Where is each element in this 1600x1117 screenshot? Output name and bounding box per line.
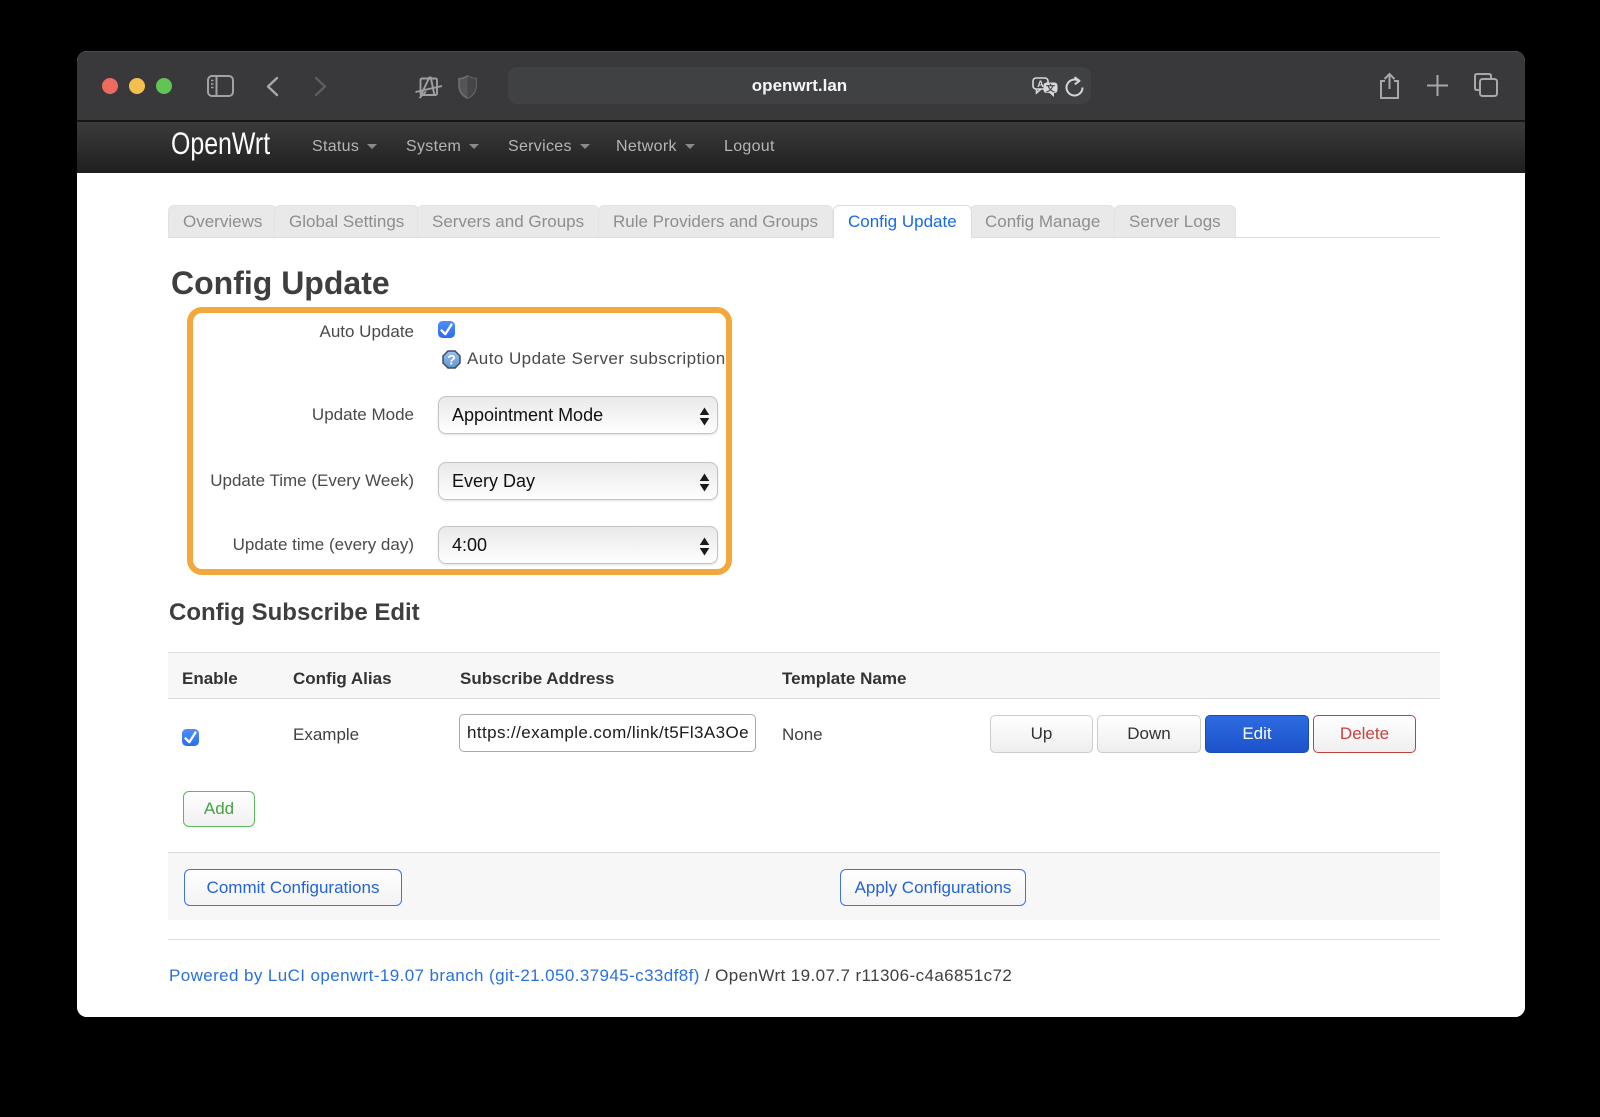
svg-text:?: ? bbox=[447, 352, 456, 368]
svg-text:文: 文 bbox=[1045, 83, 1056, 94]
svg-text:A: A bbox=[1037, 79, 1044, 89]
